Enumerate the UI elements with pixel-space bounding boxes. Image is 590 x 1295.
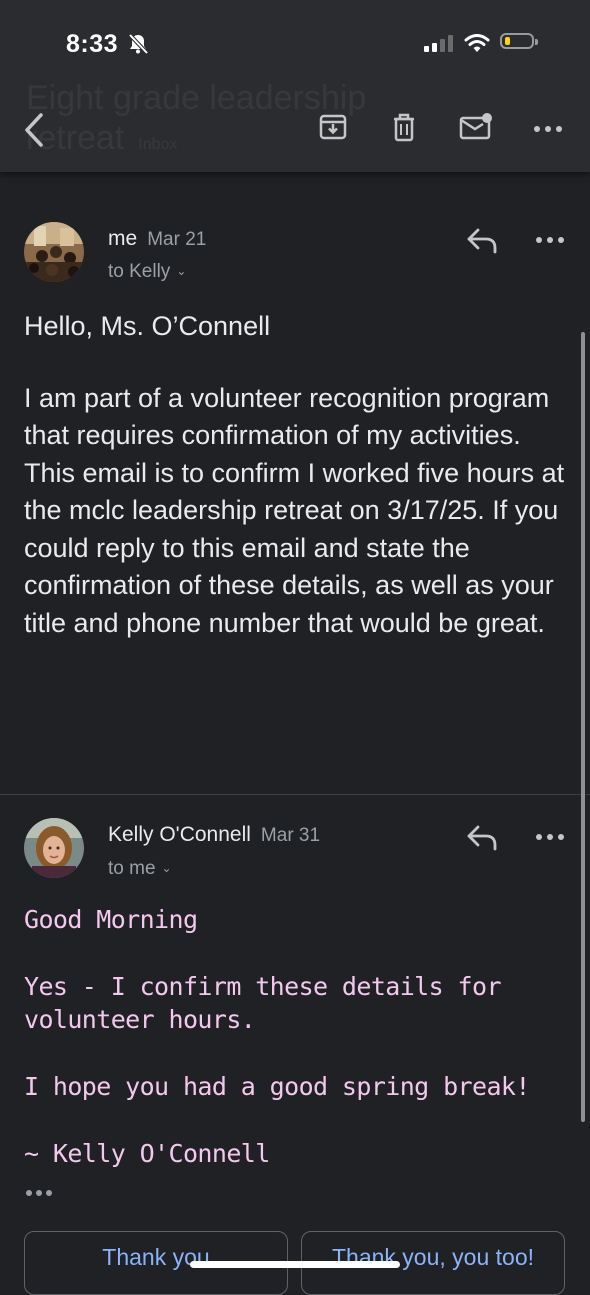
body-paragraph: Good Morning	[24, 905, 198, 934]
archive-icon[interactable]	[318, 112, 348, 147]
trash-icon[interactable]	[390, 112, 418, 147]
top-app-bar: 8:33 Eight grade leadership retreat Inbox	[0, 0, 590, 172]
body-paragraph: ~ Kelly O'Connell	[24, 1139, 270, 1168]
back-arrow-icon[interactable]	[22, 112, 46, 153]
show-trimmed-content-button[interactable]	[26, 1190, 52, 1196]
mark-unread-icon[interactable]	[458, 112, 494, 147]
message-more-icon[interactable]	[536, 834, 564, 840]
message-date: Mar 21	[147, 229, 207, 250]
avatar[interactable]	[24, 222, 84, 282]
recipients-label: to Kelly	[108, 261, 171, 282]
signal-icon	[424, 35, 453, 52]
body-paragraph: Yes - I confirm these details for volunt…	[24, 972, 502, 1034]
wifi-icon	[464, 34, 490, 59]
battery-icon	[500, 33, 538, 49]
sender-line: Kelly O'Connell Mar 31	[108, 823, 320, 847]
body-paragraph: I hope you had a good spring break!	[24, 1072, 530, 1101]
body-paragraph: Hello, Ms. O’Connell	[24, 311, 271, 341]
chevron-down-icon: ⌄	[161, 861, 172, 875]
recipients-label: to me	[108, 858, 156, 879]
message-date: Mar 31	[260, 825, 321, 846]
message-body: Hello, Ms. O’Connell I am part of a volu…	[24, 308, 569, 642]
sender-name: me	[108, 227, 138, 250]
status-time: 8:33	[66, 30, 119, 58]
message-body: Good Morning Yes - I confirm these detai…	[24, 903, 569, 1170]
chevron-down-icon: ⌄	[176, 264, 187, 278]
recipients-toggle[interactable]: to me ⌄	[108, 858, 172, 880]
recipients-toggle[interactable]: to Kelly ⌄	[108, 261, 186, 283]
message-more-icon[interactable]	[536, 237, 564, 243]
inbox-label: Inbox	[138, 136, 178, 153]
more-horizontal-icon[interactable]	[534, 126, 562, 132]
sender-line: me Mar 21	[108, 227, 206, 251]
bell-slash-icon	[127, 33, 149, 60]
sender-name: Kelly O'Connell	[108, 823, 251, 846]
avatar[interactable]	[24, 818, 84, 878]
scrollbar[interactable]	[581, 332, 585, 1122]
reply-icon[interactable]	[466, 823, 498, 856]
home-indicator[interactable]	[190, 1261, 400, 1268]
message-divider	[0, 794, 590, 795]
reply-icon[interactable]	[466, 226, 498, 259]
body-paragraph: I am part of a volunteer recognition pro…	[24, 382, 565, 638]
email-subject: Eight grade leadership retreat Inbox	[26, 79, 367, 157]
